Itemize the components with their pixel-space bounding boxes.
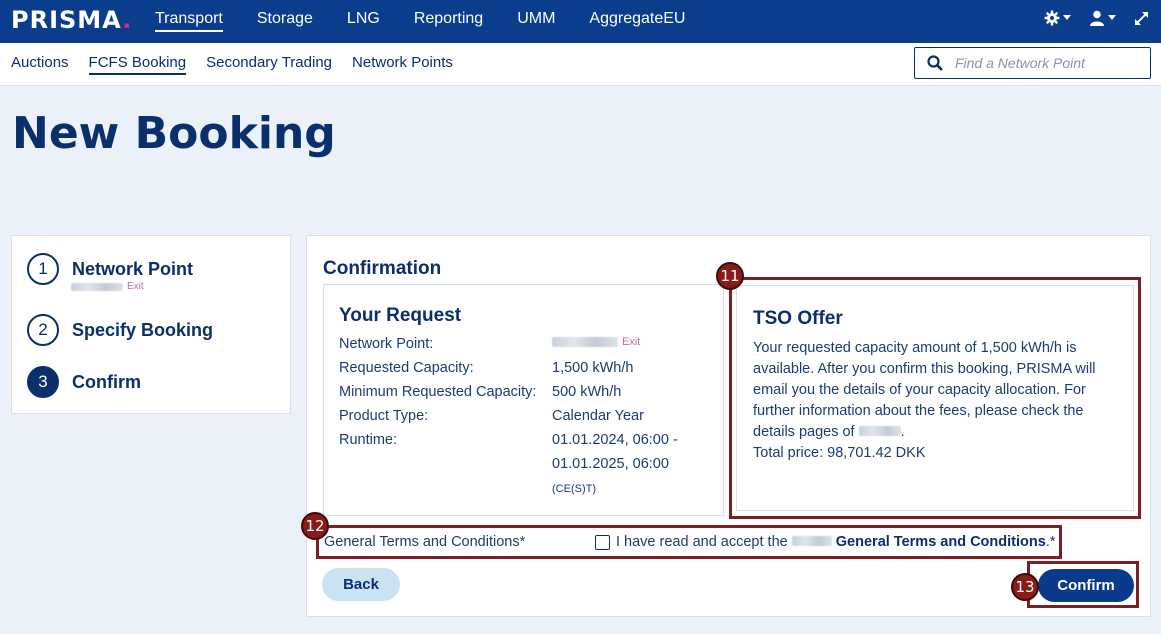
gear-icon [1044, 10, 1060, 26]
main-nav: Transport Storage LNG Reporting UMM Aggr… [155, 0, 719, 43]
request-value-network-point: Exit [552, 336, 640, 348]
nav-reporting[interactable]: Reporting [414, 0, 483, 43]
booking-steps-panel: 1 Network Point Exit 2 Specify Booking 3… [11, 235, 291, 414]
confirm-highlight: Confirm [1027, 561, 1139, 608]
subnav-network-points[interactable]: Network Points [352, 54, 453, 75]
subnav-auctions[interactable]: Auctions [11, 54, 69, 75]
nav-storage[interactable]: Storage [257, 0, 313, 43]
request-value: 01.01.2025, 06:00 [552, 456, 669, 472]
step-confirm[interactable]: 3 Confirm [27, 366, 141, 398]
offer-text: Your requested capacity amount of 1,500 … [753, 340, 1096, 440]
top-navigation-bar: PRISMA. Transport Storage LNG Reporting … [0, 0, 1161, 43]
search-icon [927, 55, 943, 71]
back-button[interactable]: Back [322, 568, 400, 601]
subnav-fcfs-booking[interactable]: FCFS Booking [88, 54, 187, 75]
step-number: 3 [27, 366, 59, 398]
settings-menu[interactable] [1044, 10, 1071, 26]
tso-offer-card: TSO Offer Your requested capacity amount… [736, 285, 1134, 511]
page-title: New Booking [12, 108, 336, 159]
nav-aggregateeu[interactable]: AggregateEU [589, 0, 685, 43]
chevron-down-icon [1108, 15, 1116, 20]
fullscreen-button[interactable] [1134, 11, 1149, 26]
your-request-card: Your Request Network Point: Exit Request… [323, 284, 724, 516]
annotation-marker: 12 [301, 512, 329, 540]
confirmation-panel: Confirmation Your Request Network Point:… [306, 235, 1151, 617]
step-number: 1 [27, 253, 59, 285]
network-point-search[interactable]: Find a Network Point [914, 47, 1151, 79]
step-label: Network Point [72, 258, 194, 279]
annotation-marker: 11 [716, 262, 744, 290]
request-value: (CE(S)T) [552, 483, 596, 495]
request-value: Calendar Year [552, 408, 644, 424]
user-menu[interactable] [1089, 10, 1116, 26]
chevron-down-icon [1063, 15, 1071, 20]
user-icon [1090, 10, 1104, 26]
nav-lng[interactable]: LNG [347, 0, 380, 43]
top-icons [1044, 10, 1149, 26]
request-value: 1,500 kWh/h [552, 360, 634, 376]
terms-checkbox[interactable] [595, 535, 610, 550]
step-label: Confirm [72, 371, 141, 392]
redacted-text [791, 536, 832, 546]
expand-icon [1135, 11, 1148, 25]
request-title: Your Request [339, 305, 462, 326]
redacted-text [552, 337, 618, 347]
request-label: Network Point: [339, 336, 434, 352]
search-input[interactable]: Find a Network Point [955, 55, 1085, 71]
redacted-text [71, 282, 123, 291]
confirm-button[interactable]: Confirm [1038, 569, 1134, 602]
nav-umm[interactable]: UMM [517, 0, 555, 43]
terms-link[interactable]: General Terms and Conditions [836, 534, 1046, 550]
offer-price: Total price: 98,701.42 DKK [753, 445, 926, 461]
sub-nav: Auctions FCFS Booking Secondary Trading … [11, 54, 473, 75]
request-label: Requested Capacity: [339, 360, 474, 376]
terms-label: General Terms and Conditions* [324, 534, 526, 550]
request-label: Minimum Requested Capacity: [339, 384, 537, 400]
subnav-secondary-trading[interactable]: Secondary Trading [206, 54, 332, 75]
request-label: Product Type: [339, 408, 429, 424]
sub-navigation-bar: Auctions FCFS Booking Secondary Trading … [0, 43, 1161, 86]
step-network-point-detail: Exit [71, 281, 144, 292]
request-value: 01.01.2024, 06:00 - [552, 432, 678, 448]
terms-highlight: General Terms and Conditions* I have rea… [316, 525, 1062, 559]
prisma-logo[interactable]: PRISMA. [11, 6, 132, 34]
offer-title: TSO Offer [753, 308, 843, 329]
annotation-marker: 13 [1011, 573, 1039, 601]
request-value: 500 kWh/h [552, 384, 622, 400]
redacted-text [858, 426, 901, 436]
step-label: Specify Booking [72, 319, 214, 340]
request-label: Runtime: [339, 432, 398, 448]
terms-text: I have read and accept the General Terms… [616, 534, 1056, 550]
confirmation-title: Confirmation [323, 258, 442, 279]
step-number: 2 [27, 314, 59, 346]
tso-offer-highlight: TSO Offer Your requested capacity amount… [729, 277, 1141, 519]
step-specify-booking[interactable]: 2 Specify Booking [27, 314, 213, 346]
nav-transport[interactable]: Transport [155, 0, 223, 32]
